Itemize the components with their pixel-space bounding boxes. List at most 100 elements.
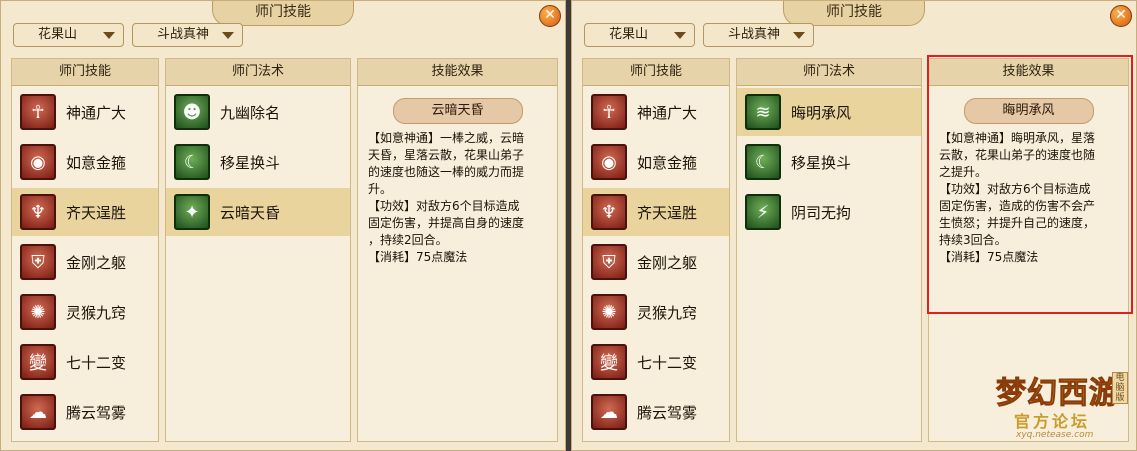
faction-dropdown-value: 花果山: [38, 27, 78, 42]
skill-label: 神通广大: [637, 103, 698, 122]
logo-title: 梦幻西游: [996, 376, 1120, 412]
effect-line: 云散，花果山弟子的速度也随: [939, 148, 1096, 162]
skill-row[interactable]: ♆ 齐天逞胜: [583, 188, 729, 236]
skill-label: 如意金箍: [66, 153, 127, 172]
linghou-icon: ✺: [20, 294, 56, 330]
spell-label: 晦明承风: [791, 103, 852, 122]
yunan-icon: ✦: [174, 194, 210, 230]
close-icon[interactable]: ✕: [539, 5, 561, 27]
bian-icon: 變: [20, 344, 56, 380]
faction-dropdown[interactable]: 花果山: [13, 23, 124, 47]
skill-row[interactable]: 變七十二变: [583, 338, 729, 386]
effect-line: 【消耗】75点魔法: [939, 250, 1039, 264]
qitian-icon: ♆: [591, 194, 627, 230]
wind-icon: ≋: [745, 94, 781, 130]
skill-row[interactable]: ✺ 灵猴九窍: [12, 288, 158, 336]
skill-row[interactable]: 變七十二变: [12, 338, 158, 386]
effect-line: 天昏，星落云散，花果山弟子: [368, 148, 525, 162]
skill-label: 神通广大: [66, 103, 127, 122]
skill-label: 如意金箍: [637, 153, 698, 172]
spells-header: 师门法术: [166, 59, 350, 86]
effect-header: 技能效果: [358, 59, 557, 86]
spells-header: 师门法术: [737, 59, 921, 86]
effect-line: 生愤怒；并提升自己的速度，: [939, 216, 1096, 230]
skills-column: 师门技能 ☥ 神通广大 ◉ 如意金箍 ♆ 齐天逞胜 ⛨ 金刚之躯 ✺ 灵猴九窍變七十二变 ☁ 腾云驾雾: [11, 58, 159, 442]
linghou-icon: ✺: [591, 294, 627, 330]
skill-label: 齐天逞胜: [637, 203, 698, 222]
effect-description: 【如意神通】晦明承风，星落 云散，花果山弟子的速度也随 之提升。【功效】对敌方6个目…: [939, 130, 1118, 266]
cloud-icon: ☁: [591, 394, 627, 430]
chevron-down-icon: [222, 32, 234, 39]
skill-label: 灵猴九窍: [66, 303, 127, 322]
spell-row[interactable]: ✦ 云暗天昏: [166, 188, 350, 236]
jiuyou-icon: ☻: [174, 94, 210, 130]
skill-row[interactable]: ⛨ 金刚之躯: [583, 238, 729, 286]
shentong-icon: ☥: [20, 94, 56, 130]
effect-line: 固定伤害，造成的伤害不会产: [939, 199, 1096, 213]
jingu-icon: ◉: [20, 144, 56, 180]
spell-row[interactable]: ⚡ 阴司无拘: [737, 188, 921, 236]
skills-header: 师门技能: [583, 59, 729, 86]
skill-label: 齐天逞胜: [66, 203, 127, 222]
spell-row[interactable]: ☾ 移星换斗: [166, 138, 350, 186]
spells-column: 师门法术 ☻ 九幽除名 ☾ 移星换斗 ✦ 云暗天昏: [165, 58, 351, 442]
effect-line: 【如意神通】晦明承风，星落: [939, 131, 1096, 145]
jingu-icon: ◉: [591, 144, 627, 180]
effect-description: 【如意神通】一棒之威，云暗 天昏，星落云散，花果山弟子 的速度也随这一棒的威力而提升…: [368, 130, 547, 266]
skill-row[interactable]: ☁ 腾云驾雾: [583, 388, 729, 436]
school-dropdown[interactable]: 斗战真神: [703, 23, 814, 47]
star-moon-icon: ☾: [174, 144, 210, 180]
faction-dropdown-value: 花果山: [609, 27, 649, 42]
spells-column: 师门法术 ≋ 晦明承风 ☾ 移星换斗 ⚡ 阴司无拘: [736, 58, 922, 442]
shentong-icon: ☥: [591, 94, 627, 130]
skill-label: 金刚之躯: [637, 253, 698, 272]
spell-row[interactable]: ☾ 移星换斗: [737, 138, 921, 186]
skill-label: 七十二变: [66, 353, 127, 372]
effect-column: 技能效果 云暗天昏 【如意神通】一棒之威，云暗 天昏，星落云散，花果山弟子 的速度也…: [357, 58, 558, 442]
spell-row[interactable]: ≋ 晦明承风: [737, 88, 921, 136]
effect-line: 【功效】对敌方6个目标造成: [939, 182, 1091, 196]
effect-line: 之提升。: [939, 165, 988, 179]
game-logo: 梦幻西游 官方论坛 xyq.netease.com 电脑版: [990, 368, 1130, 448]
skill-row[interactable]: ⛨ 金刚之躯: [12, 238, 158, 286]
effect-header: 技能效果: [929, 59, 1128, 86]
effect-line: 升。: [368, 182, 393, 196]
skill-row[interactable]: ☁ 腾云驾雾: [12, 388, 158, 436]
skill-label: 腾云驾雾: [637, 403, 698, 422]
faction-dropdown[interactable]: 花果山: [584, 23, 695, 47]
skill-row[interactable]: ✺ 灵猴九窍: [583, 288, 729, 336]
effect-line: 持续3回合。: [939, 233, 1007, 247]
logo-version-badge: 电脑版: [1112, 372, 1128, 404]
school-dropdown[interactable]: 斗战真神: [132, 23, 243, 47]
spell-label: 移星换斗: [220, 153, 281, 172]
skill-label: 腾云驾雾: [66, 403, 127, 422]
spell-label: 九幽除名: [220, 103, 281, 122]
skill-row[interactable]: ◉ 如意金箍: [583, 138, 729, 186]
skill-row[interactable]: ◉ 如意金箍: [12, 138, 158, 186]
skills-header: 师门技能: [12, 59, 158, 86]
jingang-icon: ⛨: [591, 244, 627, 280]
effect-line: 【消耗】75点魔法: [368, 250, 468, 264]
star-moon-icon: ☾: [745, 144, 781, 180]
bian-icon: 變: [591, 344, 627, 380]
spell-label: 移星换斗: [791, 153, 852, 172]
school-dropdown-value: 斗战真神: [728, 27, 781, 42]
effect-line: 【功效】对敌方6个目标造成: [368, 199, 520, 213]
effect-line: 的速度也随这一棒的威力而提: [368, 165, 525, 179]
cloud-icon: ☁: [20, 394, 56, 430]
logo-url: xyq.netease.com: [1016, 430, 1094, 440]
skill-label: 七十二变: [637, 353, 698, 372]
skills-column: 师门技能 ☥ 神通广大 ◉ 如意金箍 ♆ 齐天逞胜 ⛨ 金刚之躯 ✺ 灵猴九窍變七十二变 ☁ 腾云驾雾: [582, 58, 730, 442]
spell-row[interactable]: ☻ 九幽除名: [166, 88, 350, 136]
effect-title: 晦明承风: [963, 98, 1094, 124]
logo-subtitle: 官方论坛: [1014, 412, 1091, 431]
skill-row[interactable]: ☥ 神通广大: [12, 88, 158, 136]
effect-line: ，持续2回合。: [368, 233, 448, 247]
skill-row[interactable]: ♆ 齐天逞胜: [12, 188, 158, 236]
skill-row[interactable]: ☥ 神通广大: [583, 88, 729, 136]
skill-label: 金刚之躯: [66, 253, 127, 272]
jingang-icon: ⛨: [20, 244, 56, 280]
skill-panel-left: 师门技能 ✕ 花果山 斗战真神 师门技能 ☥ 神通广大 ◉ 如意金箍 ♆ 齐天逞胜 ⛨ 金刚之…: [0, 0, 566, 451]
spell-label: 阴司无拘: [791, 203, 852, 222]
close-icon[interactable]: ✕: [1110, 5, 1132, 27]
